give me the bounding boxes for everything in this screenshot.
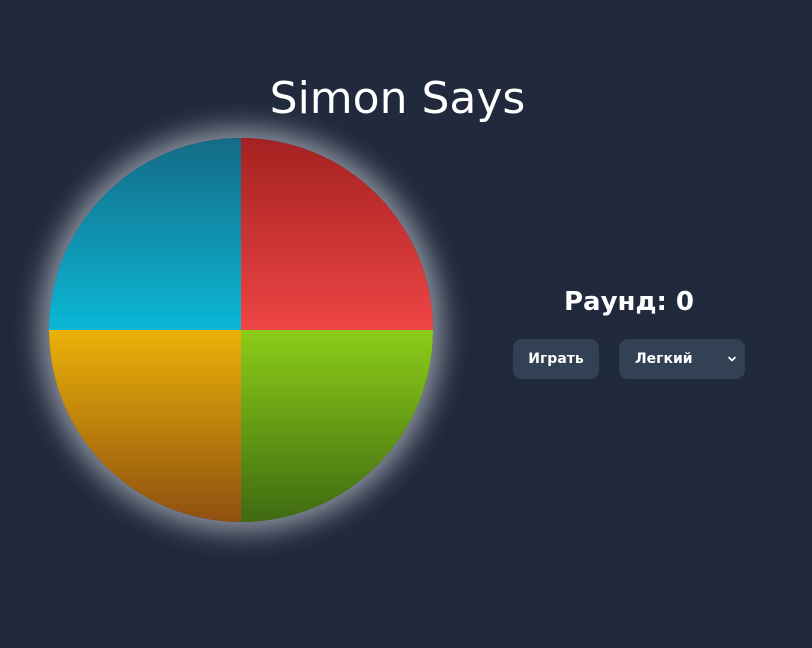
difficulty-select[interactable]: Легкий bbox=[619, 339, 745, 379]
simon-says-app: Simon Says Раунд: 0 Играть Легкий bbox=[0, 0, 812, 648]
chevron-down-icon bbox=[728, 356, 736, 362]
difficulty-selected-value: Легкий bbox=[635, 351, 693, 367]
pad-blue[interactable] bbox=[49, 138, 241, 330]
play-button[interactable]: Играть bbox=[513, 339, 599, 379]
page-title: Simon Says bbox=[269, 73, 526, 124]
pad-green[interactable] bbox=[241, 330, 433, 522]
pad-red[interactable] bbox=[241, 138, 433, 330]
pad-yellow[interactable] bbox=[49, 330, 241, 522]
game-board bbox=[49, 138, 433, 522]
round-counter: Раунд: 0 bbox=[563, 287, 695, 317]
